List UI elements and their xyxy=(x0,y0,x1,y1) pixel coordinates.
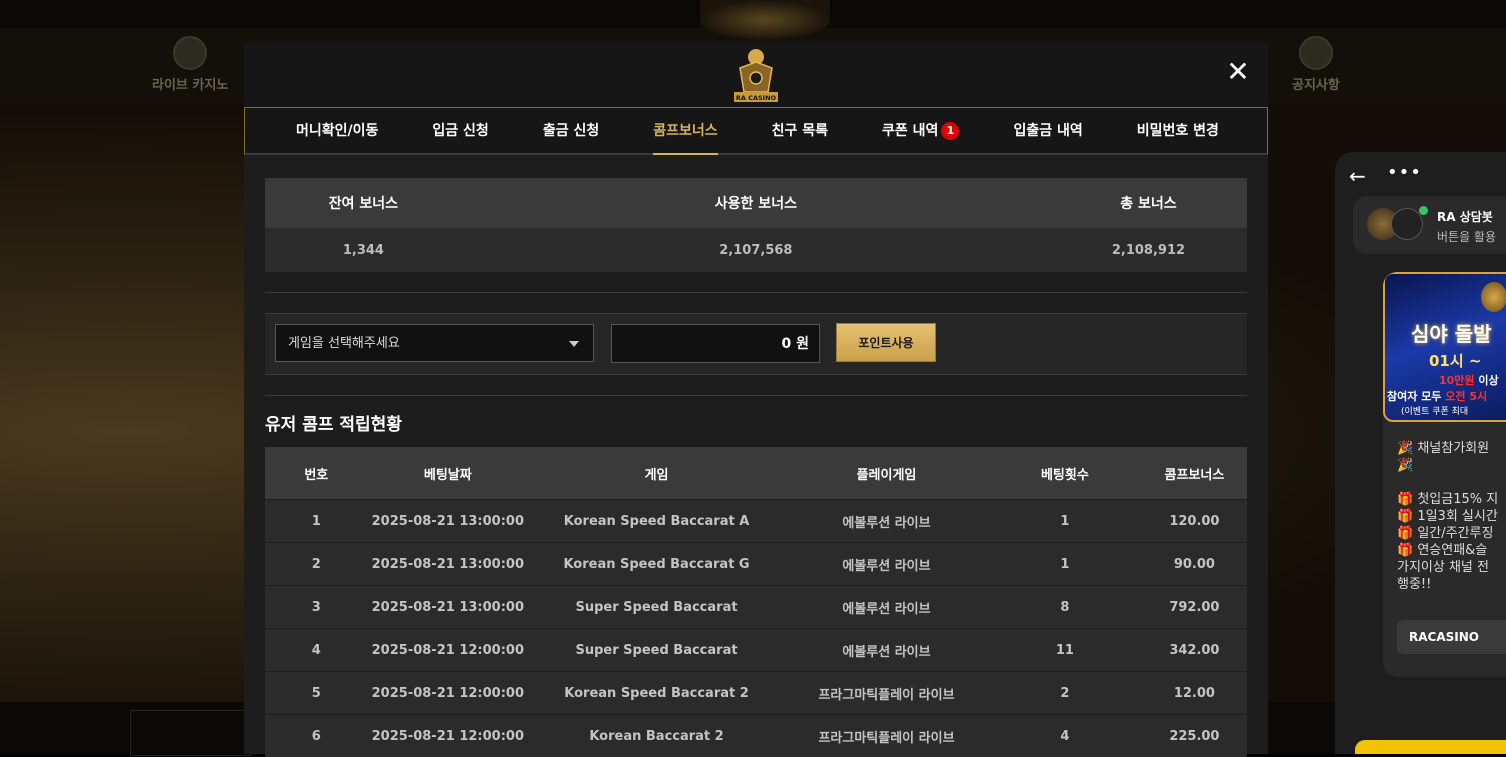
game-select[interactable]: 게임을 선택해주세요 xyxy=(275,324,594,362)
modal-header: RA CASINO ✕ xyxy=(244,42,1268,107)
point-use-form: 게임을 선택해주세요 0 원 포인트사용 xyxy=(265,313,1247,375)
online-status-icon xyxy=(1419,206,1428,215)
modal-tabs: 머니확인/이동 입금 신청 출금 신청 콤프보너스 친구 목록 쿠폰 내역1 입… xyxy=(244,107,1268,155)
ra-casino-logo: RA CASINO xyxy=(732,48,780,102)
megaphone-icon xyxy=(1299,36,1333,70)
background-nav-live-casino[interactable]: 라이브 카지노 xyxy=(152,36,228,93)
background-nav-notice[interactable]: 공지사항 xyxy=(1292,36,1340,93)
caret-down-icon xyxy=(569,341,579,347)
chat-profile-name: RA 상담봇 xyxy=(1437,208,1493,225)
tab-transaction-history[interactable]: 입출금 내역 xyxy=(986,108,1109,154)
chat-input-bar[interactable] xyxy=(1355,740,1506,754)
svg-text:RA CASINO: RA CASINO xyxy=(736,94,777,102)
background-frame xyxy=(130,710,252,756)
table-row: 4 2025-08-21 12:00:00 Super Speed Baccar… xyxy=(265,629,1247,672)
tab-friend-list[interactable]: 친구 목록 xyxy=(745,108,855,154)
divider xyxy=(265,395,1247,396)
tab-change-password[interactable]: 비밀번호 변경 xyxy=(1110,108,1246,154)
table-row: 5 2025-08-21 12:00:00 Korean Speed Bacca… xyxy=(265,672,1247,715)
tab-money-check[interactable]: 머니확인/이동 xyxy=(269,108,405,154)
chat-message-bubble: 심야 돌발 01시 ~ 10만원 이상 참여자 모두 오전 5시 (이벤트 쿠폰… xyxy=(1383,272,1506,677)
comp-bonus-modal: RA CASINO ✕ 머니확인/이동 입금 신청 출금 신청 콤프보너스 친구… xyxy=(244,42,1268,754)
table-row: 2 2025-08-21 13:00:00 Korean Speed Bacca… xyxy=(265,543,1247,586)
col-header-bet-date: 베팅날짜 xyxy=(368,447,528,500)
summary-header-remaining: 잔여 보너스 xyxy=(265,178,462,228)
table-row: 1 2025-08-21 13:00:00 Korean Speed Bacca… xyxy=(265,500,1247,543)
divider xyxy=(265,292,1247,293)
background-logo xyxy=(700,0,830,40)
summary-remaining-value: 1,344 xyxy=(265,228,462,272)
back-arrow-icon[interactable]: ← xyxy=(1349,164,1366,188)
col-header-bet-count: 베팅횟수 xyxy=(988,447,1142,500)
tab-deposit-request[interactable]: 입금 신청 xyxy=(405,108,515,154)
chat-profile[interactable]: RA 상담봇 버튼을 활용 xyxy=(1353,196,1506,254)
tab-coupon-history[interactable]: 쿠폰 내역1 xyxy=(855,108,986,154)
summary-used-value: 2,107,568 xyxy=(462,228,1050,272)
tab-comp-bonus[interactable]: 콤프보너스 xyxy=(626,108,744,154)
summary-header-used: 사용한 보너스 xyxy=(462,178,1050,228)
summary-header-total: 총 보너스 xyxy=(1050,178,1247,228)
comp-history-table: 번호 베팅날짜 게임 플레이게임 베팅횟수 콤프보너스 1 2025-08-21… xyxy=(265,447,1247,757)
tab-withdraw-request[interactable]: 출금 신청 xyxy=(516,108,626,154)
use-points-button[interactable]: 포인트사용 xyxy=(836,323,936,362)
col-header-provider: 플레이게임 xyxy=(785,447,988,500)
modal-content: 잔여 보너스 사용한 보너스 총 보너스 1,344 2,107,568 2,1… xyxy=(265,178,1247,757)
col-header-no: 번호 xyxy=(265,447,368,500)
avatar xyxy=(1391,208,1423,240)
section-title: 유저 콤프 적립현황 xyxy=(265,413,1247,447)
summary-total-value: 2,108,912 xyxy=(1050,228,1247,272)
col-header-comp-bonus: 콤프보너스 xyxy=(1142,447,1247,500)
table-row: 3 2025-08-21 13:00:00 Super Speed Baccar… xyxy=(265,586,1247,629)
close-icon[interactable]: ✕ xyxy=(1226,60,1250,84)
point-amount-input[interactable]: 0 원 xyxy=(611,324,820,363)
coupon-count-badge: 1 xyxy=(941,122,959,140)
table-row: 6 2025-08-21 12:00:00 Korean Baccarat 2 … xyxy=(265,715,1247,757)
more-options-icon[interactable]: ••• xyxy=(1387,162,1422,183)
chat-panel: ← ••• RA 상담봇 버튼을 활용 심야 돌발 01시 ~ 10만원 이상 … xyxy=(1335,152,1506,754)
ra-casino-logo xyxy=(1481,282,1506,312)
chat-message-text: 🎉 채널참가회원 🎉 🎁 첫입금15% 지 🎁 1일3회 실시간 🎁 일간/주간… xyxy=(1383,422,1506,593)
event-banner-image[interactable]: 심야 돌발 01시 ~ 10만원 이상 참여자 모두 오전 5시 (이벤트 쿠폰… xyxy=(1383,272,1506,422)
col-header-game: 게임 xyxy=(528,447,785,500)
chat-profile-desc: 버튼을 활용 xyxy=(1437,228,1496,245)
racasino-chip-button[interactable]: RACASINO xyxy=(1397,620,1506,654)
chip-icon xyxy=(173,36,207,70)
bonus-summary-table: 잔여 보너스 사용한 보너스 총 보너스 1,344 2,107,568 2,1… xyxy=(265,178,1247,272)
